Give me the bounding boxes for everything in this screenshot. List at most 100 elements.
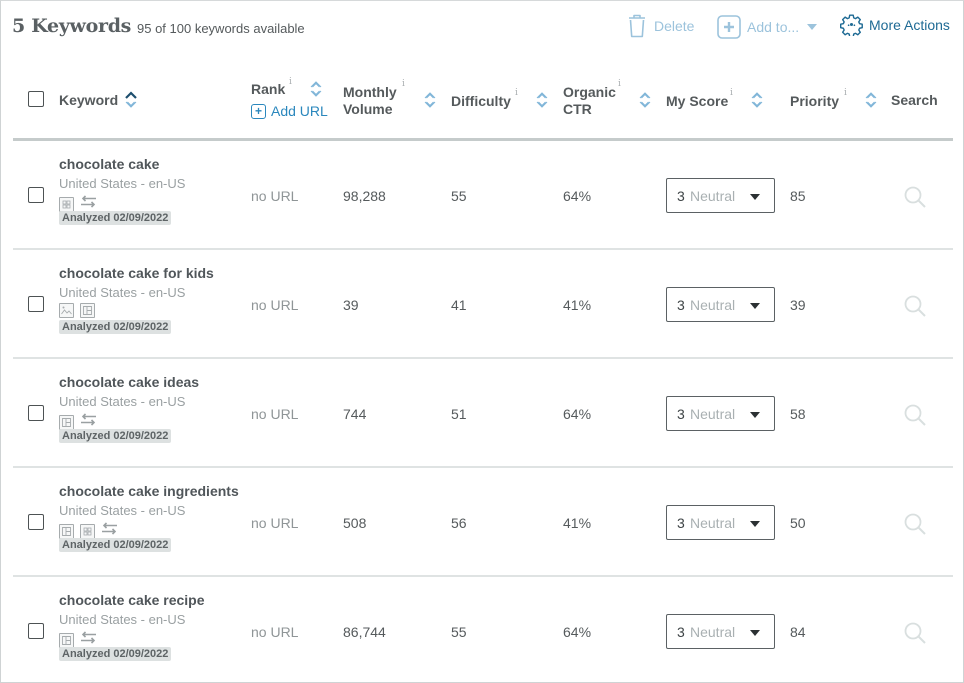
- add-url-label: Add URL: [271, 103, 328, 119]
- layout-icon: [59, 523, 74, 539]
- info-volume-icon[interactable]: i: [402, 79, 405, 89]
- info-rank-icon[interactable]: i: [289, 77, 292, 87]
- keyword-location: United States - en-US: [59, 176, 186, 191]
- analyzed-badge: Analyzed 02/09/2022: [59, 320, 172, 334]
- organic-ctr-value: 64%: [563, 406, 592, 422]
- select-all-checkbox[interactable]: [28, 91, 44, 107]
- search-icon[interactable]: [903, 621, 927, 650]
- sort-keyword-icon[interactable]: [124, 90, 138, 110]
- my-score-select[interactable]: 3 Neutral: [666, 178, 775, 213]
- trash-icon: [627, 14, 647, 38]
- info-score-icon[interactable]: i: [730, 88, 733, 98]
- layout-icon: [59, 632, 74, 648]
- row-checkbox[interactable]: [28, 514, 44, 530]
- keywords-available-count: 95 of 100 keywords available: [137, 21, 305, 36]
- my-score-select[interactable]: 3 Neutral: [666, 396, 775, 431]
- organic-ctr-value: 64%: [563, 188, 592, 204]
- organic-ctr-line1: Organic: [563, 84, 616, 100]
- add-to-button[interactable]: Add to...: [717, 15, 818, 39]
- column-header-organic-ctr[interactable]: Organic CTR: [563, 84, 616, 118]
- column-header-rank[interactable]: Rank: [251, 81, 285, 98]
- delete-button[interactable]: Delete: [627, 14, 694, 38]
- keyword-text[interactable]: chocolate cake recipe: [59, 592, 205, 608]
- score-number: 3: [677, 515, 685, 531]
- rank-url: no URL: [251, 406, 299, 422]
- analyzed-badge: Analyzed 02/09/2022: [59, 647, 172, 661]
- search-icon[interactable]: [903, 403, 927, 432]
- rank-url: no URL: [251, 297, 299, 313]
- info-ctr-icon[interactable]: i: [618, 79, 621, 89]
- monthly-volume-value: 744: [343, 406, 367, 422]
- chevron-down-icon: [750, 630, 760, 636]
- score-label: Neutral: [690, 515, 736, 531]
- image-icon: [59, 303, 74, 318]
- keyword-text[interactable]: chocolate cake ideas: [59, 374, 199, 390]
- sort-volume-icon[interactable]: [423, 90, 437, 110]
- row-checkbox[interactable]: [28, 187, 44, 203]
- add-to-label: Add to...: [747, 19, 800, 35]
- column-header-monthly-volume[interactable]: Monthly Volume: [343, 84, 397, 118]
- score-number: 3: [677, 624, 685, 640]
- layout-icon: [80, 303, 95, 318]
- column-header-priority[interactable]: Priority: [790, 93, 839, 110]
- sort-ctr-icon[interactable]: [638, 90, 652, 110]
- score-number: 3: [677, 297, 685, 313]
- monthly-volume-value: 39: [343, 297, 359, 313]
- organic-ctr-value: 41%: [563, 515, 592, 531]
- my-score-select[interactable]: 3 Neutral: [666, 287, 775, 322]
- difficulty-value: 41: [451, 297, 467, 313]
- table-row: chocolate cake United States - en-US Analy…: [0, 141, 964, 250]
- priority-value: 85: [790, 188, 806, 204]
- difficulty-value: 55: [451, 188, 467, 204]
- rank-url: no URL: [251, 515, 299, 531]
- keyword-location: United States - en-US: [59, 285, 186, 300]
- table-row: chocolate cake ideas United States - en-U…: [0, 359, 964, 468]
- column-header-keyword[interactable]: Keyword: [59, 92, 118, 109]
- chevron-down-icon: [807, 24, 818, 30]
- column-header-difficulty[interactable]: Difficulty: [451, 93, 511, 110]
- row-checkbox[interactable]: [28, 405, 44, 421]
- info-priority-icon[interactable]: i: [844, 88, 847, 98]
- column-header-my-score[interactable]: My Score: [666, 93, 728, 110]
- sort-difficulty-icon[interactable]: [535, 90, 549, 110]
- sort-priority-icon[interactable]: [864, 90, 878, 110]
- row-checkbox[interactable]: [28, 623, 44, 639]
- add-url-button[interactable]: + Add URL: [251, 103, 328, 119]
- table-row: chocolate cake for kids United States - e…: [0, 250, 964, 359]
- page-title: 5 Keywords: [12, 15, 132, 37]
- monthly-volume-line2: Volume: [343, 101, 393, 117]
- info-difficulty-icon[interactable]: i: [515, 88, 518, 98]
- keyword-text[interactable]: chocolate cake for kids: [59, 265, 214, 281]
- rank-url: no URL: [251, 188, 299, 204]
- organic-ctr-value: 64%: [563, 624, 592, 640]
- my-score-select[interactable]: 3 Neutral: [666, 614, 775, 649]
- difficulty-value: 51: [451, 406, 467, 422]
- sort-score-icon[interactable]: [750, 90, 764, 110]
- chevron-down-icon: [750, 194, 760, 200]
- delete-label: Delete: [654, 18, 695, 34]
- search-icon[interactable]: [903, 294, 927, 323]
- row-checkbox[interactable]: [28, 296, 44, 312]
- table-row: chocolate cake ingredients United States …: [0, 468, 964, 577]
- layout-icon: [59, 414, 74, 430]
- grid-icon: [59, 196, 74, 212]
- organic-ctr-line2: CTR: [563, 101, 592, 117]
- difficulty-value: 55: [451, 624, 467, 640]
- monthly-volume-line1: Monthly: [343, 84, 397, 100]
- score-number: 3: [677, 188, 685, 204]
- plus-box-icon: +: [251, 103, 266, 119]
- more-actions-button[interactable]: More Actions: [840, 13, 950, 36]
- difficulty-value: 56: [451, 515, 467, 531]
- search-icon[interactable]: [903, 512, 927, 541]
- monthly-volume-value: 98,288: [343, 188, 386, 204]
- priority-value: 84: [790, 624, 806, 640]
- column-header-search: Search: [891, 92, 938, 108]
- search-icon[interactable]: [903, 185, 927, 214]
- monthly-volume-value: 86,744: [343, 624, 386, 640]
- keyword-text[interactable]: chocolate cake ingredients: [59, 483, 239, 499]
- score-number: 3: [677, 406, 685, 422]
- sort-rank-icon[interactable]: [309, 79, 323, 99]
- keyword-text[interactable]: chocolate cake: [59, 156, 159, 172]
- my-score-select[interactable]: 3 Neutral: [666, 505, 775, 540]
- score-label: Neutral: [690, 406, 736, 422]
